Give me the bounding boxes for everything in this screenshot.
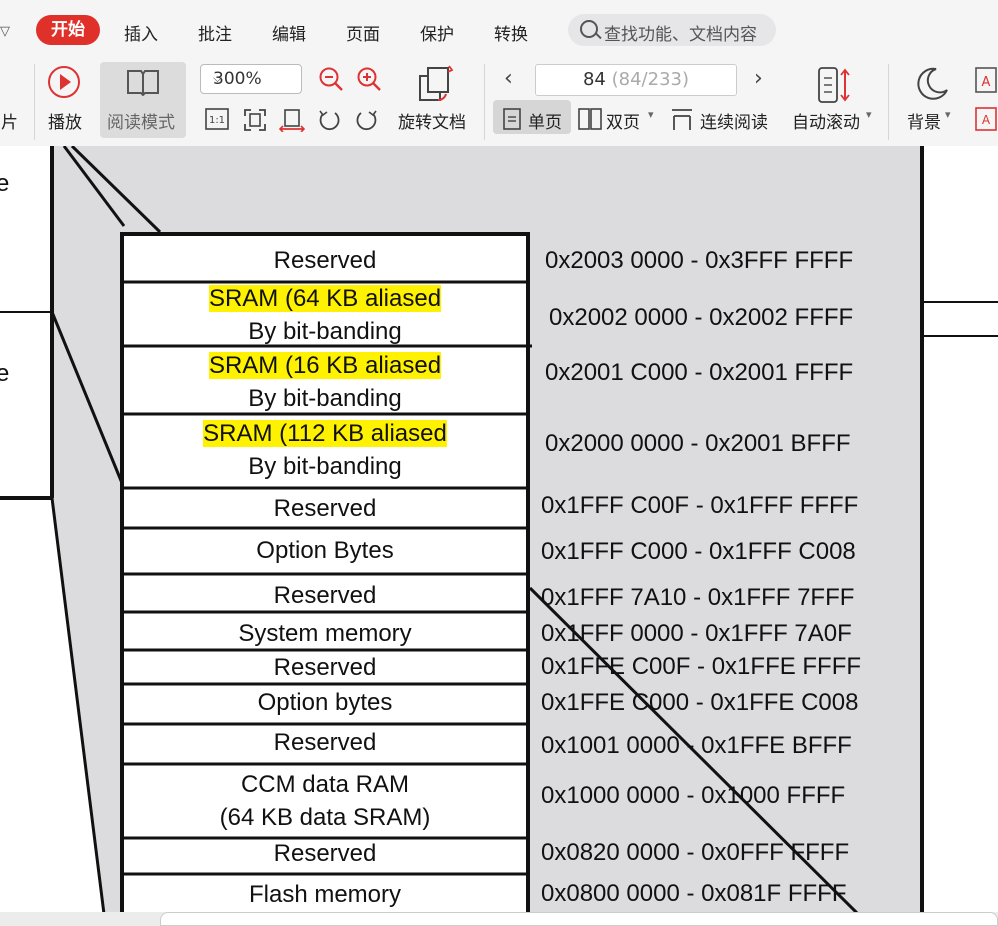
- zoom-in-icon[interactable]: [356, 66, 382, 92]
- row-label-line2: By bit-banding: [248, 318, 402, 345]
- address-range: 0x1FFE C00F - 0x1FFE FFFF: [541, 653, 862, 680]
- chevron-down-icon[interactable]: ▾: [866, 108, 872, 121]
- row-label: SRAM (64 KB aliased By bit-banding: [122, 282, 528, 348]
- row-label-line2: (64 KB data SRAM): [219, 804, 431, 831]
- rotate-left-icon[interactable]: [317, 108, 341, 132]
- highlighted-text: SRAM (16 KB aliased: [208, 352, 442, 379]
- chevron-down-icon[interactable]: ▽: [0, 24, 10, 39]
- double-page-button[interactable]: 双页: [606, 108, 640, 133]
- menu-bar: ▽ 开始 插入 批注 编辑 页面 保护 转换 查找功能、文档内容: [0, 12, 998, 52]
- menu-tab-convert[interactable]: 转换: [494, 20, 528, 45]
- moon-icon[interactable]: [914, 66, 950, 102]
- separator: [484, 64, 485, 140]
- row-label: Reserved: [273, 729, 377, 756]
- current-page: 84: [582, 69, 606, 90]
- address-range: 0x1FFF 7A10 - 0x1FFF 7FFF: [541, 584, 855, 611]
- actual-size-icon[interactable]: 1:1: [205, 108, 229, 130]
- address-range: 0x1FFF C00F - 0x1FFF FFFF: [541, 492, 859, 519]
- chevron-down-icon[interactable]: ▾: [945, 108, 951, 121]
- svg-text:A: A: [982, 75, 991, 90]
- row-label: Reserved: [273, 840, 377, 867]
- menu-tab-page[interactable]: 页面: [346, 20, 380, 45]
- row-label: Reserved: [273, 654, 377, 681]
- image-button-label[interactable]: 图片: [0, 108, 18, 133]
- address-range: 0x2001 C000 - 0x2001 FFFF: [545, 359, 854, 386]
- address-range: 0x1FFF 0000 - 0x1FFF 7A0F: [541, 620, 852, 647]
- rotate-right-icon[interactable]: [355, 108, 379, 132]
- address-range: 0x2002 0000 - 0x2002 FFFF: [549, 304, 854, 331]
- search-box[interactable]: 查找功能、文档内容: [568, 14, 776, 46]
- fit-width-icon[interactable]: [279, 108, 305, 132]
- zoom-select[interactable]: 300% ⌵: [200, 64, 302, 94]
- menu-tab-edit[interactable]: 编辑: [272, 20, 306, 45]
- play-icon[interactable]: [48, 66, 80, 98]
- auto-scroll-button[interactable]: 自动滚动: [792, 108, 860, 133]
- edge-text: e: [0, 360, 10, 387]
- svg-text:1:1: 1:1: [209, 115, 225, 126]
- address-range: 0x1000 0000 - 0x1000 FFFF: [541, 782, 846, 809]
- translate-icon[interactable]: A: [974, 66, 998, 96]
- svg-text:A: A: [982, 113, 991, 127]
- previous-page-icon[interactable]: ‹: [504, 66, 513, 91]
- continuous-read-button[interactable]: 连续阅读: [700, 108, 768, 133]
- row-label: Option Bytes: [256, 537, 394, 564]
- separator: [34, 64, 35, 140]
- read-mode-label: 阅读模式: [107, 113, 175, 133]
- menu-tab-protect[interactable]: 保护: [420, 20, 454, 45]
- row-label-line2: By bit-banding: [248, 453, 402, 480]
- pdf-convert-icon[interactable]: A: [974, 106, 998, 132]
- play-button[interactable]: 播放: [48, 108, 82, 133]
- row-label: Reserved: [273, 495, 377, 522]
- auto-scroll-icon[interactable]: [816, 66, 852, 106]
- address-range: 0x2003 0000 - 0x3FFF FFFF: [545, 247, 854, 274]
- single-page-icon: [503, 108, 521, 130]
- address-range: 0x0820 0000 - 0x0FFF FFFF: [541, 839, 850, 866]
- address-range: 0x1001 0000 - 0x1FFE BFFF: [541, 732, 852, 759]
- rotate-document-button[interactable]: 旋转文档: [398, 108, 466, 133]
- fit-page-icon[interactable]: [243, 108, 267, 132]
- highlighted-text: SRAM (64 KB aliased: [208, 285, 442, 312]
- edge-text: e: [0, 170, 10, 197]
- rotate-document-icon[interactable]: [416, 64, 456, 104]
- row-label: Reserved: [273, 582, 377, 609]
- row-label: Option bytes: [257, 689, 393, 716]
- double-page-icon[interactable]: [578, 108, 602, 130]
- row-label: Flash memory: [248, 881, 402, 908]
- chevron-down-icon[interactable]: ▾: [648, 108, 654, 121]
- row-label-line2: By bit-banding: [248, 385, 402, 412]
- ribbon-toolbar: ▽ 开始 插入 批注 编辑 页面 保护 转换 查找功能、文档内容 图片 播放 阅…: [0, 0, 998, 146]
- row-label: SRAM (16 KB aliased By bit-banding: [122, 349, 528, 415]
- menu-tab-insert[interactable]: 插入: [124, 20, 158, 45]
- address-range: 0x1FFF C000 - 0x1FFF C008: [541, 538, 856, 565]
- address-range: 0x0800 0000 - 0x081F FFFF: [541, 880, 847, 907]
- address-range: 0x2000 0000 - 0x2001 BFFF: [545, 430, 851, 457]
- row-label: Reserved: [273, 247, 377, 274]
- search-icon: [580, 20, 598, 38]
- continuous-read-icon[interactable]: [670, 108, 694, 132]
- background-button[interactable]: 背景: [907, 108, 941, 133]
- row-label-line1: CCM data RAM: [240, 771, 410, 798]
- zoom-out-icon[interactable]: [318, 66, 344, 92]
- single-page-label: 单页: [528, 113, 562, 133]
- book-icon: [127, 70, 159, 96]
- horizontal-scrollbar[interactable]: [160, 912, 998, 926]
- chevron-down-icon: ⌵: [213, 71, 223, 85]
- menu-tab-start[interactable]: 开始: [36, 15, 100, 45]
- menu-tab-annotate[interactable]: 批注: [198, 20, 232, 45]
- row-label: CCM data RAM (64 KB data SRAM): [122, 768, 528, 834]
- next-page-icon[interactable]: ›: [754, 66, 763, 91]
- row-label: System memory: [238, 620, 412, 647]
- page-total: (84/233): [611, 69, 689, 90]
- document-page: e e Reserved SRAM (64 KB aliased By bit-…: [0, 146, 998, 914]
- row-label: SRAM (112 KB aliased By bit-banding: [122, 417, 528, 483]
- page-number-input[interactable]: 84 (84/233): [535, 64, 737, 96]
- search-placeholder: 查找功能、文档内容: [604, 25, 757, 45]
- address-range: 0x1FFE C000 - 0x1FFE C008: [541, 689, 859, 716]
- highlighted-text: SRAM (112 KB aliased: [203, 420, 447, 447]
- separator: [888, 64, 889, 140]
- tool-row: 图片 播放 阅读模式 300% ⌵ 1:1: [0, 56, 998, 146]
